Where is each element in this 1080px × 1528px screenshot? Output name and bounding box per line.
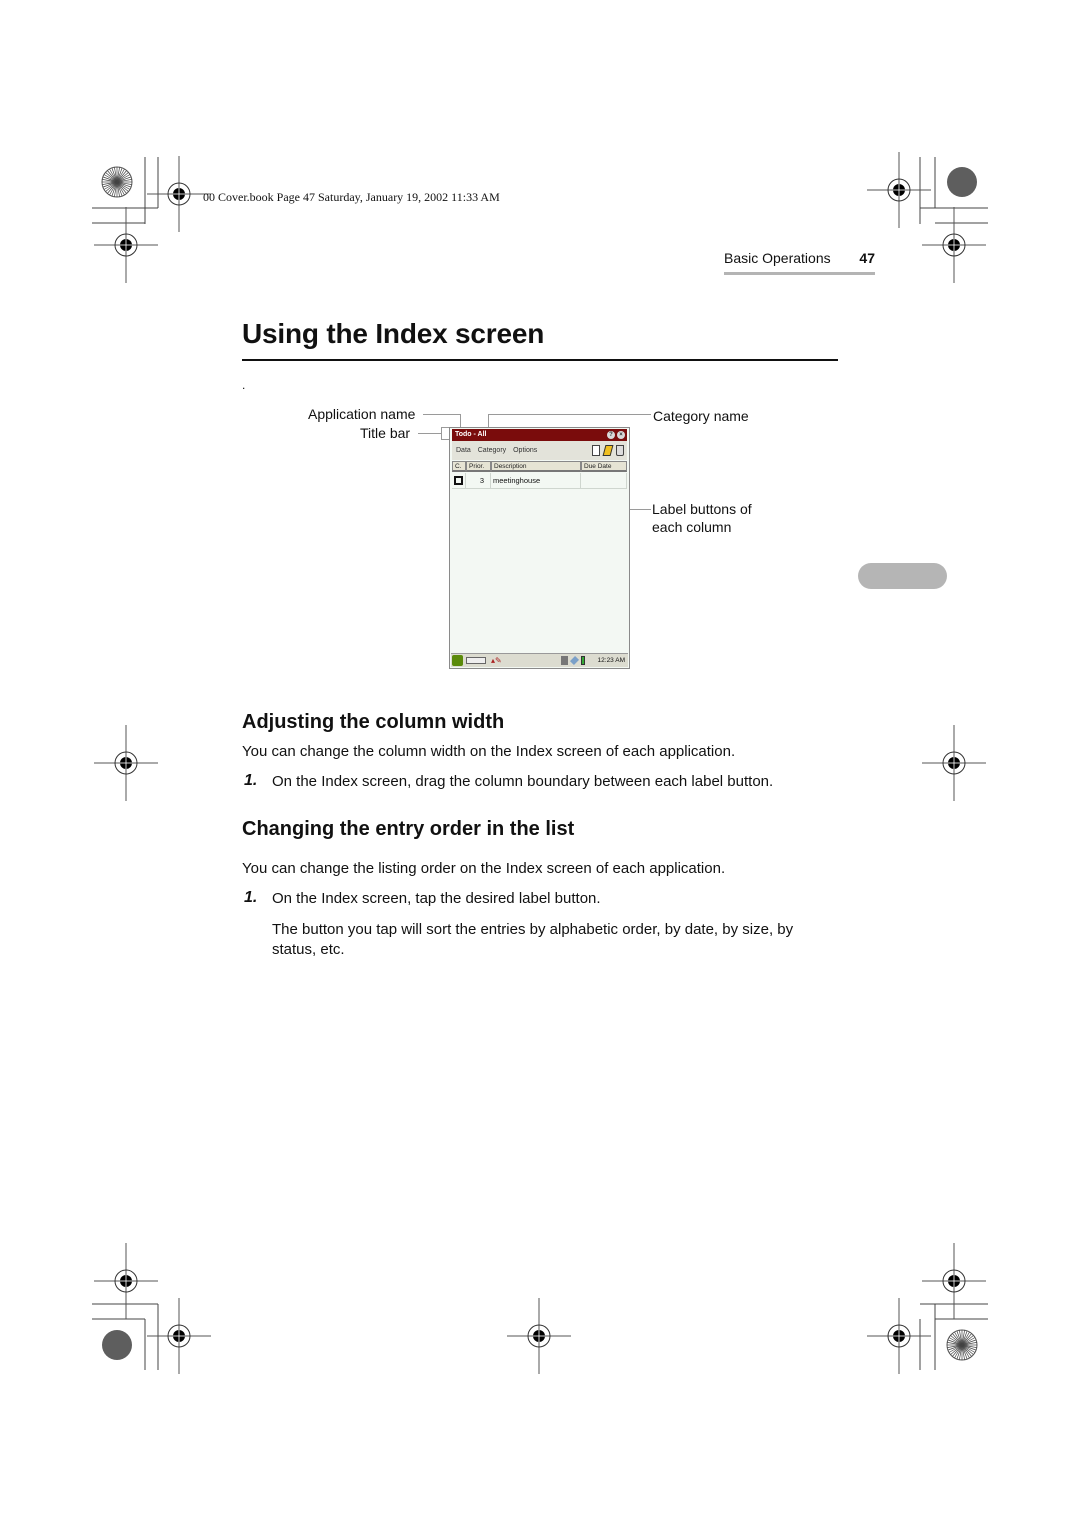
checkbox-icon xyxy=(454,476,463,485)
go-menu-icon[interactable] xyxy=(452,655,463,666)
row-due-date xyxy=(581,473,627,488)
starburst-mark-icon xyxy=(946,1329,978,1361)
starburst-mark-icon xyxy=(101,166,133,198)
registration-target-icon xyxy=(867,1298,931,1374)
leader-app-name xyxy=(423,414,461,415)
step-number: 1. xyxy=(244,772,258,789)
registration-marks xyxy=(92,152,988,1374)
col-label-description[interactable]: Description xyxy=(491,461,581,472)
row-priority: 3 xyxy=(466,473,491,488)
device-clock: 12:23 AM xyxy=(597,657,625,664)
step-number: 1. xyxy=(244,889,258,906)
registration-target-icon xyxy=(507,1298,571,1374)
menu-category[interactable]: Category xyxy=(478,447,506,454)
page-title: Using the Index screen xyxy=(242,318,545,349)
registration-target-icon xyxy=(147,156,211,232)
registration-target-icon xyxy=(147,1298,211,1374)
leader-app-name-drop xyxy=(460,414,461,428)
device-status-bar: ▴✎ 12:23 AM xyxy=(451,653,628,667)
registration-target-icon xyxy=(922,725,986,801)
table-row[interactable]: 3 meetinghouse xyxy=(452,473,627,489)
battery-icon xyxy=(581,656,585,665)
step-note-line1: The button you tap will sort the entries… xyxy=(272,921,794,938)
registration-target-icon xyxy=(94,1243,158,1319)
col-label-due-date[interactable]: Due Date xyxy=(581,461,627,472)
step-note-line2: status, etc. xyxy=(272,941,345,958)
leader-category-drop xyxy=(488,414,489,428)
running-header-section: Basic Operations xyxy=(724,250,831,266)
halftone-disc-icon xyxy=(947,167,977,197)
halftone-disc-icon xyxy=(102,1330,132,1360)
section-intro-column-width: You can change the column width on the I… xyxy=(242,743,736,760)
new-document-icon[interactable] xyxy=(592,445,600,456)
registration-target-icon xyxy=(922,207,986,283)
device-menu-bar: Data Category Options xyxy=(452,441,627,460)
col-label-check[interactable]: C. xyxy=(452,461,466,472)
chapter-thumb-tab xyxy=(858,563,947,589)
leader-title-bar xyxy=(418,433,442,434)
row-checkbox[interactable] xyxy=(452,473,466,488)
callout-category-name: Category name xyxy=(653,408,749,424)
page-number: 47 xyxy=(859,250,875,266)
running-header: Basic Operations 47 xyxy=(724,250,875,275)
trash-icon[interactable] xyxy=(616,445,624,456)
speaker-icon[interactable] xyxy=(561,656,568,665)
keyboard-icon[interactable] xyxy=(466,657,486,664)
section-intro-entry-order: You can change the listing order on the … xyxy=(242,860,726,877)
device-screenshot: Todo - All ? × Data Category Options C. … xyxy=(449,427,630,669)
col-label-priority[interactable]: Prior. xyxy=(466,461,491,472)
callout-label-buttons-line2: each column xyxy=(652,519,732,535)
help-icon[interactable]: ? xyxy=(607,431,615,439)
section-heading-entry-order: Changing the entry order in the list xyxy=(242,818,575,840)
menu-options[interactable]: Options xyxy=(513,447,537,454)
step-text: On the Index screen, tap the desired lab… xyxy=(272,890,601,907)
registration-target-icon xyxy=(922,1243,986,1319)
registration-target-icon xyxy=(94,207,158,283)
callout-label-buttons-line1: Label buttons of xyxy=(652,501,752,517)
column-label-buttons: C. Prior. Description Due Date xyxy=(452,461,627,472)
menu-data[interactable]: Data xyxy=(456,447,471,454)
close-icon[interactable]: × xyxy=(617,431,625,439)
leader-category xyxy=(488,414,651,415)
callout-title-bar: Title bar xyxy=(360,425,411,441)
running-header-rule xyxy=(724,272,875,275)
print-stamp: 00 Cover.book Page 47 Saturday, January … xyxy=(203,190,500,204)
registration-target-icon xyxy=(94,725,158,801)
device-title-bar: Todo - All ? × xyxy=(452,429,627,441)
row-description: meetinghouse xyxy=(491,473,581,488)
device-title: Todo - All xyxy=(455,431,487,438)
title-rule xyxy=(242,359,838,361)
step-text: On the Index screen, drag the column bou… xyxy=(272,773,774,790)
section-heading-column-width: Adjusting the column width xyxy=(242,711,505,733)
callout-application-name: Application name xyxy=(308,406,416,422)
stray-dot: . xyxy=(242,378,246,392)
pen-input-icon[interactable]: ▴✎ xyxy=(491,656,502,665)
network-icon[interactable] xyxy=(569,655,580,666)
registration-target-icon xyxy=(867,152,931,228)
edit-pen-icon[interactable] xyxy=(602,445,614,456)
